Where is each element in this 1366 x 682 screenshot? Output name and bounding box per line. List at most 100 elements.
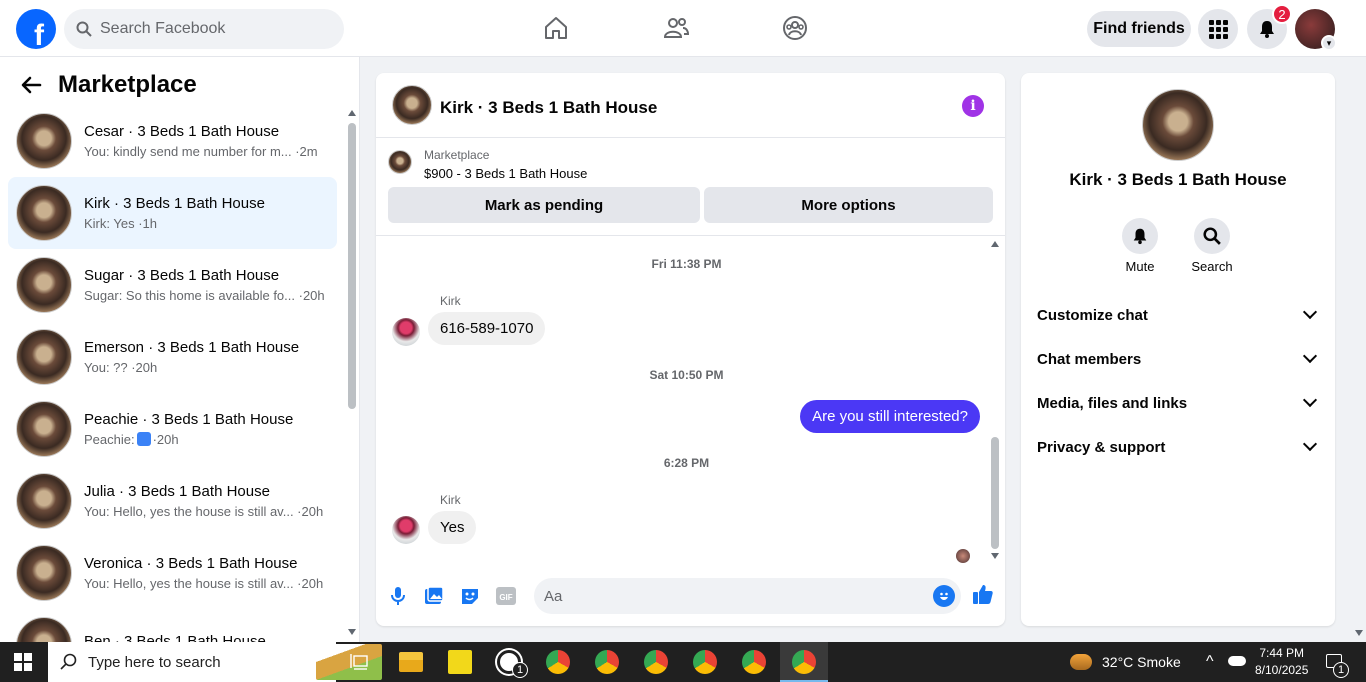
- system-clock[interactable]: 7:44 PM 8/10/2025: [1255, 645, 1308, 679]
- chat-avatar[interactable]: [392, 85, 432, 125]
- microphone-icon[interactable]: [386, 584, 410, 608]
- top-nav-bar: f Search Facebook Find friends 2 ▾: [0, 0, 1366, 57]
- file-explorer-icon[interactable]: [399, 652, 423, 672]
- task-view-icon[interactable]: [350, 653, 368, 671]
- conversation-item[interactable]: Sugar · 3 Beds 1 Bath House Sugar: So thi…: [8, 249, 337, 321]
- conversation-name: Emerson · 3 Beds 1 Bath House: [84, 339, 300, 356]
- notification-center-badge: 1: [1333, 662, 1349, 678]
- conversation-item[interactable]: Ben · 3 Beds 1 Bath House: [8, 609, 337, 642]
- sticker-icon[interactable]: [458, 584, 482, 608]
- more-options-button[interactable]: More options: [704, 187, 993, 223]
- chevron-up-icon[interactable]: ^: [1206, 642, 1214, 682]
- gif-icon[interactable]: GIF: [494, 584, 518, 608]
- windows-start-icon[interactable]: [14, 653, 32, 671]
- scroll-down-arrow-icon[interactable]: [991, 553, 999, 559]
- incoming-message[interactable]: 616-589-1070: [428, 312, 546, 345]
- conversation-preview: You: Hello, yes the house is still av...…: [84, 504, 324, 519]
- preview-prefix: Peachie:: [84, 432, 135, 447]
- search-conversation-button[interactable]: Search: [1182, 218, 1242, 274]
- scroll-up-arrow-icon[interactable]: [348, 110, 356, 116]
- conversation-thumbnail: [16, 545, 72, 601]
- details-name: Kirk · 3 Beds 1 Bath House: [1069, 170, 1287, 189]
- media-files-links-item[interactable]: Media, files and links: [1037, 388, 1319, 418]
- sender-avatar[interactable]: [392, 516, 420, 544]
- customize-chat-item[interactable]: Customize chat: [1037, 300, 1319, 330]
- seen-receipt-avatar: [956, 549, 970, 563]
- weather-widget[interactable]: 32°C Smoke: [1070, 642, 1181, 682]
- page-scroll-down-arrow-icon[interactable]: [1355, 630, 1363, 636]
- mark-as-pending-button[interactable]: Mark as pending: [388, 187, 700, 223]
- conversation-name: Peachie · 3 Beds 1 Bath House: [84, 411, 294, 428]
- notification-badge: 2: [1272, 4, 1292, 24]
- sticky-notes-icon[interactable]: [448, 650, 472, 674]
- conversation-name: Veronica · 3 Beds 1 Bath House: [84, 555, 298, 572]
- windows-taskbar: Type here to search 1 32°C Smoke ^ 7:44 …: [0, 642, 1366, 682]
- chrome-icon[interactable]: [546, 650, 570, 674]
- conversation-item[interactable]: Julia · 3 Beds 1 Bath House You: Hello, y…: [8, 465, 337, 537]
- sender-avatar[interactable]: [392, 318, 420, 346]
- conversation-name: Julia · 3 Beds 1 Bath House: [84, 483, 270, 500]
- onedrive-cloud-icon[interactable]: [1228, 656, 1246, 666]
- conversation-thumbnail: [16, 329, 72, 385]
- conversation-item[interactable]: Cesar · 3 Beds 1 Bath House You: kindly s…: [8, 105, 337, 177]
- mute-button[interactable]: Mute: [1110, 218, 1170, 274]
- menu-button[interactable]: [1198, 9, 1238, 49]
- scroll-down-arrow-icon[interactable]: [348, 629, 356, 635]
- conversation-thumbnail: [16, 257, 72, 313]
- search-icon: [76, 21, 92, 37]
- chrome-icon[interactable]: [742, 650, 766, 674]
- conversation-item-active[interactable]: Kirk · 3 Beds 1 Bath House Kirk: Yes ·1h: [8, 177, 337, 249]
- chat-scrollbar[interactable]: [991, 437, 999, 549]
- listing-title[interactable]: $900 - 3 Beds 1 Bath House: [424, 166, 587, 181]
- home-icon[interactable]: [542, 14, 570, 42]
- friends-icon[interactable]: [662, 14, 690, 42]
- conversation-name: Kirk · 3 Beds 1 Bath House: [84, 195, 265, 212]
- sender-name: Kirk: [440, 493, 461, 507]
- preview-suffix: ·20h: [152, 432, 179, 447]
- search-input[interactable]: Search Facebook: [64, 9, 344, 49]
- chat-members-item[interactable]: Chat members: [1037, 344, 1319, 374]
- scroll-up-arrow-icon[interactable]: [991, 241, 999, 247]
- search-placeholder: Search Facebook: [100, 20, 226, 37]
- chrome-icon[interactable]: [792, 650, 816, 674]
- emoji-icon[interactable]: [933, 585, 955, 607]
- conversation-preview: You: kindly send me number for m... ·2m: [84, 144, 318, 159]
- taskbar-search[interactable]: Type here to search: [48, 642, 382, 682]
- incoming-message[interactable]: Yes: [428, 511, 477, 544]
- chat-title[interactable]: Kirk · 3 Beds 1 Bath House: [440, 98, 657, 118]
- chrome-icon[interactable]: [595, 650, 619, 674]
- groups-icon[interactable]: [781, 14, 809, 42]
- timestamp: 6:28 PM: [663, 456, 710, 470]
- conversation-item[interactable]: Peachie · 3 Beds 1 Bath House Peachie: ·2…: [8, 393, 337, 465]
- details-avatar[interactable]: [1142, 89, 1214, 161]
- outgoing-message[interactable]: Are you still interested?: [800, 400, 980, 433]
- thumbs-up-icon[interactable]: [971, 582, 995, 606]
- listing-thumbnail[interactable]: [388, 150, 412, 174]
- clock-date: 8/10/2025: [1255, 663, 1309, 677]
- conversation-thumbnail: [16, 185, 72, 241]
- item-label: Media, files and links: [1037, 394, 1188, 412]
- photo-icon[interactable]: [422, 584, 446, 608]
- item-label: Chat members: [1037, 350, 1142, 368]
- message-input[interactable]: Aa: [534, 578, 961, 614]
- conversation-sidebar: Marketplace Cesar · 3 Beds 1 Bath House Y…: [0, 57, 360, 642]
- conversation-item[interactable]: Emerson · 3 Beds 1 Bath House You: ?? ·20…: [8, 321, 337, 393]
- facebook-logo-icon[interactable]: f: [16, 9, 56, 49]
- conversation-item[interactable]: Veronica · 3 Beds 1 Bath House You: Hello…: [8, 537, 337, 609]
- sidebar-scrollbar[interactable]: [348, 123, 356, 409]
- back-arrow-icon[interactable]: [20, 74, 42, 96]
- bell-icon: [1260, 21, 1274, 38]
- chrome-icon[interactable]: [644, 650, 668, 674]
- find-friends-button[interactable]: Find friends: [1087, 11, 1191, 47]
- search-label: Search: [1191, 259, 1233, 274]
- search-icon: [60, 653, 77, 670]
- chevron-down-icon[interactable]: ▾: [1321, 35, 1337, 51]
- chevron-down-icon: [1302, 348, 1318, 364]
- weather-text: 32°C Smoke: [1102, 654, 1181, 670]
- privacy-support-item[interactable]: Privacy & support: [1037, 432, 1319, 462]
- conversation-preview: Sugar: So this home is available fo... ·…: [84, 288, 325, 303]
- conversation-thumbnail: [16, 113, 72, 169]
- info-icon[interactable]: i: [962, 95, 984, 117]
- conversation-preview: Peachie: ·20h: [84, 432, 293, 447]
- chrome-icon[interactable]: [693, 650, 717, 674]
